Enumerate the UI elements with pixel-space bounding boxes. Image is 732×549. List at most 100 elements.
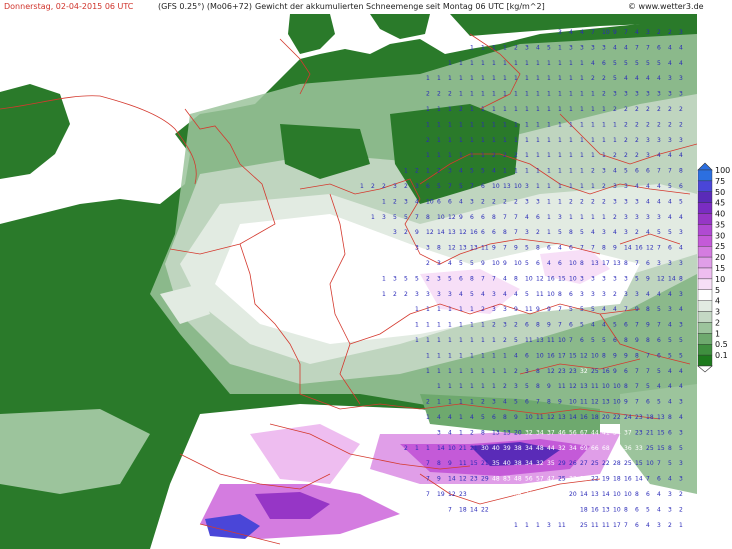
grid-value: 7 [668, 168, 672, 175]
grid-value: 4 [481, 291, 485, 298]
grid-value: 4 [657, 198, 661, 205]
grid-value: 38 [514, 491, 522, 498]
grid-value: 1 [547, 183, 551, 190]
grid-value: 8 [492, 214, 496, 221]
grid-value: 4 [646, 291, 650, 298]
grid-value: 1 [580, 168, 584, 175]
grid-value: 9 [646, 275, 650, 282]
grid-value: 3 [525, 368, 529, 375]
grid-value: 6 [657, 352, 661, 359]
grid-value: 4 [569, 29, 573, 36]
grid-value: 8 [503, 414, 507, 421]
grid-value: 5 [635, 275, 639, 282]
grid-value: 16 [624, 476, 632, 483]
grid-value: 8 [536, 368, 540, 375]
grid-value: 12 [426, 229, 434, 236]
scale-label: 20 [715, 253, 725, 262]
grid-value: 5 [470, 291, 474, 298]
grid-value: 8 [503, 229, 507, 236]
grid-value: 3 [624, 214, 628, 221]
grid-value: 1 [536, 168, 540, 175]
grid-value: 40 [503, 460, 511, 467]
grid-value: 8 [602, 352, 606, 359]
grid-value: 32 [580, 368, 588, 375]
grid-value: 8 [624, 260, 628, 267]
grid-value: 3 [437, 291, 441, 298]
grid-value: 1 [437, 106, 441, 113]
grid-value: 1 [459, 368, 463, 375]
grid-value: 14 [580, 491, 588, 498]
grid-value: 4 [591, 322, 595, 329]
grid-value: 4 [646, 75, 650, 82]
grid-value: 40 [492, 445, 500, 452]
grid-value: 1 [591, 121, 595, 128]
grid-value: 4 [679, 383, 683, 390]
grid-value: 4 [437, 414, 441, 421]
grid-value: 1 [503, 60, 507, 67]
grid-value: 6 [470, 214, 474, 221]
grid-value: 2 [602, 183, 606, 190]
grid-value: 13 [470, 245, 478, 252]
grid-value: 3 [558, 214, 562, 221]
grid-value: 3 [668, 306, 672, 313]
grid-value: 3 [602, 168, 606, 175]
grid-value: 1 [437, 322, 441, 329]
grid-value: 1 [426, 445, 430, 452]
grid-value: 5 [668, 229, 672, 236]
grid-value: 2 [613, 291, 617, 298]
grid-value: 15 [558, 275, 566, 282]
grid-value: 6 [569, 245, 573, 252]
grid-value: 25 [558, 476, 566, 483]
grid-value: 3 [536, 198, 540, 205]
grid-value: 4 [448, 429, 452, 436]
grid-value: 5 [481, 168, 485, 175]
grid-value: 13 [492, 429, 500, 436]
grid-value: 10 [591, 352, 599, 359]
grid-value: 4 [668, 476, 672, 483]
grid-value: 4 [492, 168, 496, 175]
grid-value: 1 [558, 183, 562, 190]
grid-value: 58 [503, 491, 511, 498]
grid-value: 15 [657, 429, 665, 436]
grid-value: 1 [514, 91, 518, 98]
grid-value: 14 [668, 275, 676, 282]
grid-value: 7 [470, 183, 474, 190]
grid-value: 1 [437, 75, 441, 82]
grid-value: 2 [591, 198, 595, 205]
grid-value: 4 [459, 291, 463, 298]
grid-value: 7 [646, 476, 650, 483]
grid-value: 9 [547, 383, 551, 390]
grid-value: 19 [602, 476, 610, 483]
grid-value: 3 [679, 91, 683, 98]
grid-value: 18 [591, 414, 599, 421]
grid-value: 66 [591, 445, 599, 452]
grid-value: 5 [459, 183, 463, 190]
grid-value: 4 [668, 44, 672, 51]
grid-value: 4 [558, 245, 562, 252]
grid-value: 5 [679, 445, 683, 452]
grid-value: 36 [624, 445, 632, 452]
grid-value: 1 [470, 306, 474, 313]
grid-value: 14 [470, 506, 478, 513]
grid-value: 8 [547, 399, 551, 406]
grid-value: 10 [613, 399, 621, 406]
grid-value: 3 [613, 91, 617, 98]
grid-value: 4 [514, 291, 518, 298]
grid-value: 4 [657, 75, 661, 82]
grid-value: 4 [635, 29, 639, 36]
grid-value: 2 [426, 275, 430, 282]
grid-value: 1 [558, 106, 562, 113]
grid-value: 6 [437, 198, 441, 205]
grid-value: 1 [481, 44, 485, 51]
grid-value: 4 [668, 383, 672, 390]
grid-value: 3 [657, 260, 661, 267]
grid-value: 5 [679, 337, 683, 344]
grid-value: 8 [679, 275, 683, 282]
grid-value: 3 [679, 429, 683, 436]
grid-value: 17 [613, 522, 621, 529]
grid-value: 2 [470, 429, 474, 436]
grid-value: 2 [657, 121, 661, 128]
grid-value: 1 [448, 137, 452, 144]
grid-value: 7 [558, 322, 562, 329]
grid-value: 1 [459, 75, 463, 82]
